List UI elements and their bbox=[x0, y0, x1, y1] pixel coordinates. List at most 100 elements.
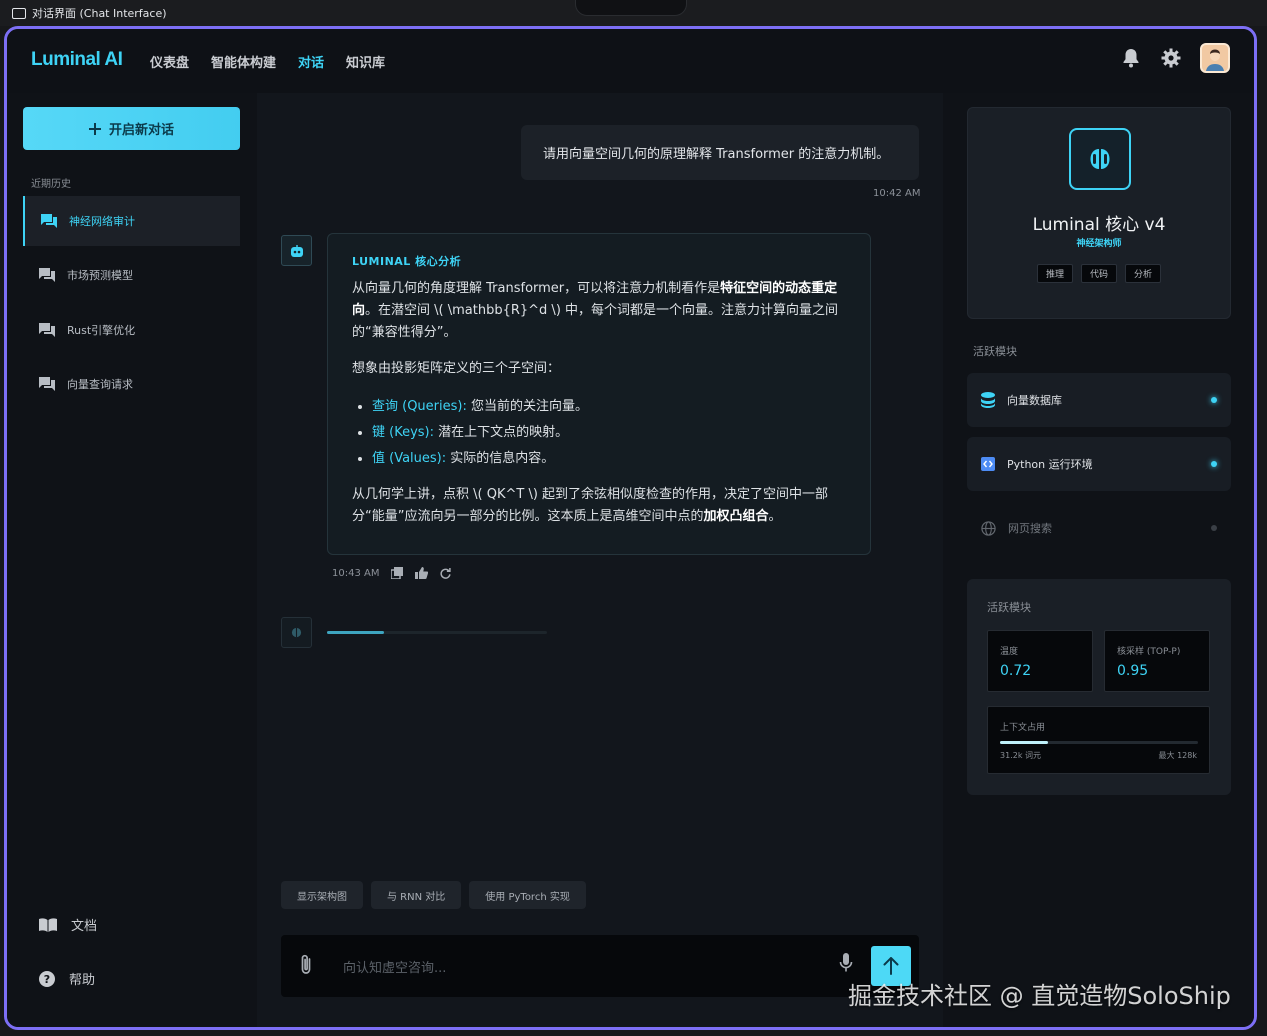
bot-avatar-icon bbox=[281, 235, 312, 266]
new-chat-button[interactable]: 开启新对话 bbox=[23, 107, 240, 150]
nav-knowledge-base[interactable]: 知识库 bbox=[346, 52, 385, 71]
docs-link[interactable]: 文档 bbox=[39, 915, 97, 934]
thinking-progress-bar bbox=[327, 631, 547, 634]
os-titlebar: 对话界面 (Chat Interface) bbox=[0, 0, 1267, 26]
svg-text:?: ? bbox=[44, 973, 50, 986]
top-p-value: 0.95 bbox=[1117, 663, 1149, 679]
bot-bullet-list: 查询 (Queries): 您当前的关注向量。 键 (Keys): 潜在上下文点… bbox=[352, 394, 846, 472]
module-vector-db[interactable]: 向量数据库 bbox=[967, 373, 1231, 427]
avatar[interactable] bbox=[1200, 43, 1230, 73]
bot-message: LUMINAL 核心分析 从向量几何的角度理解 Transformer，可以将注… bbox=[327, 233, 871, 555]
params-card: 活跃模块 温度 0.72 核采样 (TOP-P) 0.95 上下文占用 31.2… bbox=[967, 579, 1231, 795]
suggestion-show-architecture[interactable]: 显示架构图 bbox=[281, 881, 363, 909]
paperclip-icon[interactable] bbox=[299, 954, 313, 976]
book-icon bbox=[39, 917, 57, 932]
history-item-label: 向量查询请求 bbox=[67, 378, 133, 391]
context-usage-box: 上下文占用 31.2k 词元 最大 128k bbox=[987, 706, 1210, 774]
help-link[interactable]: ? 帮助 bbox=[39, 969, 95, 988]
bot-message-actions: 10:43 AM bbox=[332, 567, 452, 579]
bell-icon[interactable] bbox=[1120, 47, 1142, 69]
list-item: 查询 (Queries): 您当前的关注向量。 bbox=[372, 394, 846, 420]
modules-section-title: 活跃模块 bbox=[973, 345, 1017, 358]
module-python-runtime[interactable]: Python 运行环境 bbox=[967, 437, 1231, 491]
database-icon bbox=[981, 392, 995, 408]
bot-paragraph-3: 从几何学上讲，点积 \( QK^T \) 起到了余弦相似度检查的作用，决定了空间… bbox=[352, 487, 829, 524]
history-item-label: 神经网络审计 bbox=[69, 215, 135, 228]
user-message: 请用向量空间几何的原理解释 Transformer 的注意力机制。 bbox=[521, 125, 919, 180]
thumbs-up-icon[interactable] bbox=[415, 567, 429, 579]
bot-paragraph-2: 想象由投影矩阵定义的三个子空间： bbox=[352, 361, 561, 376]
status-dot bbox=[1211, 525, 1217, 531]
chat-bubble-icon bbox=[39, 268, 55, 282]
suggestion-compare-rnn[interactable]: 与 RNN 对比 bbox=[371, 881, 462, 909]
nav-agent-builder[interactable]: 智能体构建 bbox=[211, 52, 276, 71]
top-header: Luminal AI 仪表盘 智能体构建 对话 知识库 bbox=[7, 29, 1254, 93]
suggestion-pytorch-impl[interactable]: 使用 PyTorch 实现 bbox=[469, 881, 586, 909]
list-item: 值 (Values): 实际的信息内容。 bbox=[372, 446, 846, 472]
module-label: Python 运行环境 bbox=[1007, 458, 1093, 471]
window-title: 对话界面 (Chat Interface) bbox=[12, 5, 167, 21]
app-logo[interactable]: Luminal AI bbox=[31, 49, 123, 71]
status-dot bbox=[1211, 397, 1217, 403]
list-item: 键 (Keys): 潜在上下文点的映射。 bbox=[372, 420, 846, 446]
thinking-progress-fill bbox=[327, 631, 385, 634]
model-role: 神经架构师 bbox=[1076, 239, 1122, 249]
chat-bubble-icon bbox=[39, 323, 55, 337]
refresh-icon[interactable] bbox=[440, 567, 452, 579]
suggestion-chips: 显示架构图 与 RNN 对比 使用 PyTorch 实现 bbox=[281, 881, 586, 909]
code-icon bbox=[981, 457, 995, 471]
message-input[interactable]: 向认知虚空咨询... bbox=[343, 957, 446, 976]
message-composer: 向认知虚空咨询... bbox=[281, 935, 919, 997]
params-title: 活跃模块 bbox=[987, 601, 1031, 614]
nav-dashboard[interactable]: 仪表盘 bbox=[150, 52, 189, 71]
temperature-box[interactable]: 温度 0.72 bbox=[987, 630, 1093, 692]
sidebar: 开启新对话 近期历史 神经网络审计 市场预测模型 Rust引擎优化 向量查询请求… bbox=[7, 93, 257, 1027]
nav-chat[interactable]: 对话 bbox=[298, 52, 324, 71]
globe-icon bbox=[981, 520, 996, 536]
bot-message-time: 10:43 AM bbox=[332, 567, 380, 579]
history-item-rust-engine[interactable]: Rust引擎优化 bbox=[23, 305, 240, 355]
arrow-up-icon bbox=[883, 957, 899, 975]
status-dot bbox=[1211, 461, 1217, 467]
tag-code: 代码 bbox=[1080, 264, 1117, 283]
microphone-icon[interactable] bbox=[839, 953, 853, 973]
top-p-label: 核采样 (TOP-P) bbox=[1117, 647, 1181, 657]
context-usage-fill bbox=[1000, 741, 1049, 744]
tag-reasoning: 推理 bbox=[1036, 264, 1073, 283]
window-toolbar[interactable] bbox=[575, 0, 687, 16]
history-item-neural-audit[interactable]: 神经网络审计 bbox=[23, 196, 240, 246]
model-card: Luminal 核心 v4 神经架构师 推理 代码 分析 bbox=[967, 107, 1231, 319]
chat-area: 请用向量空间几何的原理解释 Transformer 的注意力机制。 10:42 … bbox=[257, 93, 943, 1027]
watermark: 掘金技术社区 @ 直觉造物SoloShip bbox=[848, 982, 1231, 1010]
right-panel: Luminal 核心 v4 神经架构师 推理 代码 分析 活跃模块 向量数据库 … bbox=[943, 93, 1254, 1027]
brain-icon bbox=[1069, 128, 1131, 190]
context-label: 上下文占用 bbox=[1000, 723, 1046, 733]
context-used: 31.2k 词元 bbox=[1000, 751, 1041, 760]
help-icon: ? bbox=[39, 970, 55, 987]
module-label: 向量数据库 bbox=[1007, 394, 1062, 407]
bot-paragraph-1: 从向量几何的角度理解 Transformer，可以将注意力机制看作是特征空间的动… bbox=[352, 281, 839, 340]
model-tags: 推理 代码 分析 bbox=[968, 264, 1230, 283]
temperature-value: 0.72 bbox=[1000, 663, 1032, 679]
docs-label: 文档 bbox=[71, 919, 98, 934]
gear-icon[interactable] bbox=[1160, 47, 1182, 69]
module-label: 网页搜索 bbox=[1008, 522, 1052, 535]
main-nav: 仪表盘 智能体构建 对话 知识库 bbox=[150, 52, 385, 71]
history-item-label: Rust引擎优化 bbox=[67, 324, 136, 337]
temperature-label: 温度 bbox=[1000, 647, 1019, 657]
chat-bubble-icon bbox=[41, 214, 57, 228]
help-label: 帮助 bbox=[69, 973, 96, 988]
context-usage-bar bbox=[1000, 741, 1198, 744]
model-name: Luminal 核心 v4 bbox=[1032, 215, 1166, 235]
history-item-market-forecast[interactable]: 市场预测模型 bbox=[23, 250, 240, 300]
thinking-avatar-icon bbox=[281, 617, 312, 648]
window-icon bbox=[12, 7, 26, 19]
context-max: 最大 128k bbox=[1158, 751, 1197, 760]
history-item-vector-query[interactable]: 向量查询请求 bbox=[23, 359, 240, 409]
top-p-box[interactable]: 核采样 (TOP-P) 0.95 bbox=[1104, 630, 1210, 692]
history-item-label: 市场预测模型 bbox=[67, 269, 133, 282]
plus-icon bbox=[88, 122, 101, 135]
chat-bubble-icon bbox=[39, 377, 55, 391]
copy-icon[interactable] bbox=[391, 567, 404, 579]
module-web-search[interactable]: 网页搜索 bbox=[967, 501, 1231, 555]
